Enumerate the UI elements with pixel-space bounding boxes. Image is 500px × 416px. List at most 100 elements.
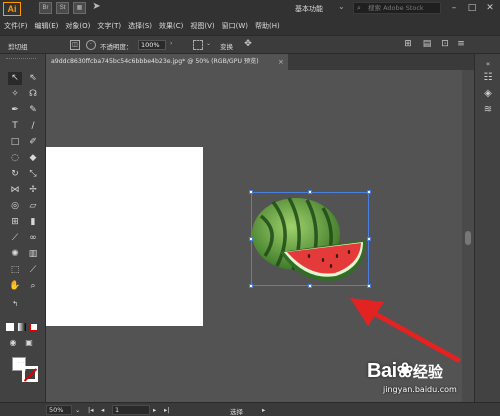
hand-tool-icon[interactable]: ✋ [8, 280, 22, 293]
first-artboard-icon[interactable]: |◂ [88, 406, 93, 414]
opacity-field[interactable]: 100% [138, 40, 166, 50]
menu-type[interactable]: 文字(T) [97, 21, 121, 31]
menu-edit[interactable]: 编辑(E) [35, 21, 59, 31]
mesh-tool-icon[interactable]: ⊞ [8, 216, 22, 229]
selection-type-label: 剪切组 [8, 43, 28, 51]
chevron-down-icon[interactable]: ⌄ [75, 406, 80, 414]
transform-icon[interactable]: ✥ [243, 40, 253, 50]
stock-search-input[interactable]: ⌕ 搜索 Adobe Stock [353, 2, 441, 14]
swap-colors-icon[interactable]: ↰ [8, 298, 22, 311]
panel-grip[interactable] [6, 58, 36, 61]
paintbrush-tool-icon[interactable]: ✐ [26, 136, 40, 149]
bridge-icon[interactable]: Br [39, 2, 52, 14]
collapse-panels-icon[interactable]: « [482, 58, 494, 70]
properties-panel-icon[interactable]: ☷ [482, 72, 494, 84]
baidu-brand-suffix: 经验 [412, 363, 443, 381]
none-mode-icon[interactable] [30, 323, 38, 331]
artboard-tool-icon[interactable]: ⬚ [8, 264, 22, 277]
resize-handle[interactable] [367, 237, 371, 241]
screen-mode-icon[interactable]: ▣ [22, 336, 36, 349]
send-icon[interactable]: ➤ [90, 2, 103, 14]
scale-tool-icon[interactable]: ⤡ [26, 168, 40, 181]
distribute-icon[interactable]: ▤ [422, 40, 432, 50]
perspective-grid-tool-icon[interactable]: ▱ [26, 200, 40, 213]
close-tab-icon[interactable]: × [278, 58, 284, 66]
eraser-tool-icon[interactable]: ◆ [26, 152, 40, 165]
document-tab[interactable]: a9ddc8630ffcba745bc54c6bbbe4b23e.jpg* @ … [46, 54, 288, 70]
lasso-tool-icon[interactable]: ☊ [26, 88, 40, 101]
draw-mode-icon[interactable]: ◉ [6, 336, 20, 349]
resize-handle[interactable] [249, 190, 253, 194]
libraries-icon[interactable]: ◈ [482, 88, 494, 100]
workspace-switcher[interactable]: 基本功能 [295, 4, 323, 14]
shaper-tool-icon[interactable]: ◌ [8, 152, 22, 165]
menu-window[interactable]: 窗口(W) [222, 21, 248, 31]
status-menu-icon[interactable]: ▸ [262, 406, 265, 414]
selection-tool-icon[interactable]: ↖ [8, 72, 22, 85]
align-selection-icon[interactable] [193, 40, 203, 50]
menu-object[interactable]: 对象(O) [65, 21, 90, 31]
rotate-tool-icon[interactable]: ↻ [8, 168, 22, 181]
chevron-down-icon[interactable]: ⌄ [338, 2, 345, 11]
vertical-scrollbar[interactable] [462, 70, 474, 402]
direct-selection-tool-icon[interactable]: ⇖ [26, 72, 40, 85]
blend-tool-icon[interactable]: ∞ [26, 232, 40, 245]
menu-help[interactable]: 帮助(H) [255, 21, 280, 31]
puppet-warp-tool-icon[interactable]: ✢ [26, 184, 40, 197]
layers-icon[interactable]: ≋ [482, 104, 494, 116]
line-tool-icon[interactable]: / [26, 120, 40, 133]
rectangle-tool-icon[interactable]: □ [8, 136, 22, 149]
scrollbar-thumb[interactable] [465, 231, 471, 245]
shape-builder-tool-icon[interactable]: ◎ [8, 200, 22, 213]
resize-handle[interactable] [367, 190, 371, 194]
artboard[interactable] [46, 147, 203, 326]
graph-tool-icon[interactable]: ▥ [26, 248, 40, 261]
resize-handle[interactable] [308, 190, 312, 194]
recolor-icon[interactable]: ◫ [70, 40, 80, 50]
canvas-area[interactable]: Bai❀经验 jingyan.baidu.com [46, 70, 462, 402]
gradient-mode-icon[interactable] [18, 323, 26, 331]
annotation-arrow [350, 298, 461, 363]
gradient-tool-icon[interactable]: ▮ [26, 216, 40, 229]
width-tool-icon[interactable]: ⋈ [8, 184, 22, 197]
eyedropper-tool-icon[interactable]: ⟋ [8, 232, 22, 245]
panel-menu-icon[interactable]: ≡ [456, 40, 466, 50]
artboard-number-field[interactable]: 1 [112, 405, 150, 415]
curvature-tool-icon[interactable]: ✎ [26, 104, 40, 117]
maximize-button[interactable]: □ [464, 1, 480, 15]
selection-bounding-box[interactable] [251, 192, 369, 286]
resize-handle[interactable] [249, 284, 253, 288]
resize-handle[interactable] [249, 237, 253, 241]
minimize-button[interactable]: – [446, 1, 462, 15]
slice-tool-icon[interactable]: ⟋ [26, 264, 40, 277]
shape-icon[interactable]: ⊡ [440, 40, 450, 50]
transform-link[interactable]: 变换 [220, 41, 233, 51]
arrange-icon[interactable]: ⊞ [403, 40, 413, 50]
zoom-field[interactable]: 50% [46, 405, 72, 415]
menu-file[interactable]: 文件(F) [4, 21, 28, 31]
zoom-tool-icon[interactable]: ⌕ [26, 280, 40, 293]
close-window-button[interactable]: ✕ [482, 1, 498, 15]
color-mode-icon[interactable] [6, 323, 14, 331]
search-icon: ⌕ [357, 4, 361, 12]
symbol-sprayer-tool-icon[interactable]: ✺ [8, 248, 22, 261]
menu-view[interactable]: 视图(V) [190, 21, 214, 31]
previous-artboard-icon[interactable]: ◂ [101, 406, 104, 414]
last-artboard-icon[interactable]: ▸| [164, 406, 169, 414]
menu-effect[interactable]: 效果(C) [159, 21, 183, 31]
stock-icon[interactable]: St [56, 2, 69, 14]
resize-handle[interactable] [308, 284, 312, 288]
edit-toolbar-icon[interactable]: ⋯ [14, 356, 28, 369]
baidu-logo: Bai [367, 360, 397, 382]
right-panel-dock: « ☷ ◈ ≋ [474, 54, 500, 402]
type-tool-icon[interactable]: T [8, 120, 22, 133]
chevron-down-icon[interactable]: ⌄ [206, 40, 211, 47]
chevron-right-icon[interactable]: › [170, 40, 172, 47]
isolate-icon[interactable]: · [86, 40, 96, 50]
pen-tool-icon[interactable]: ✒ [8, 104, 22, 117]
menu-select[interactable]: 选择(S) [128, 21, 152, 31]
magic-wand-tool-icon[interactable]: ✧ [8, 88, 22, 101]
arrange-documents-icon[interactable]: ▦ [73, 2, 86, 14]
next-artboard-icon[interactable]: ▸ [153, 406, 156, 414]
tool-status-label: 选择 [230, 408, 243, 416]
